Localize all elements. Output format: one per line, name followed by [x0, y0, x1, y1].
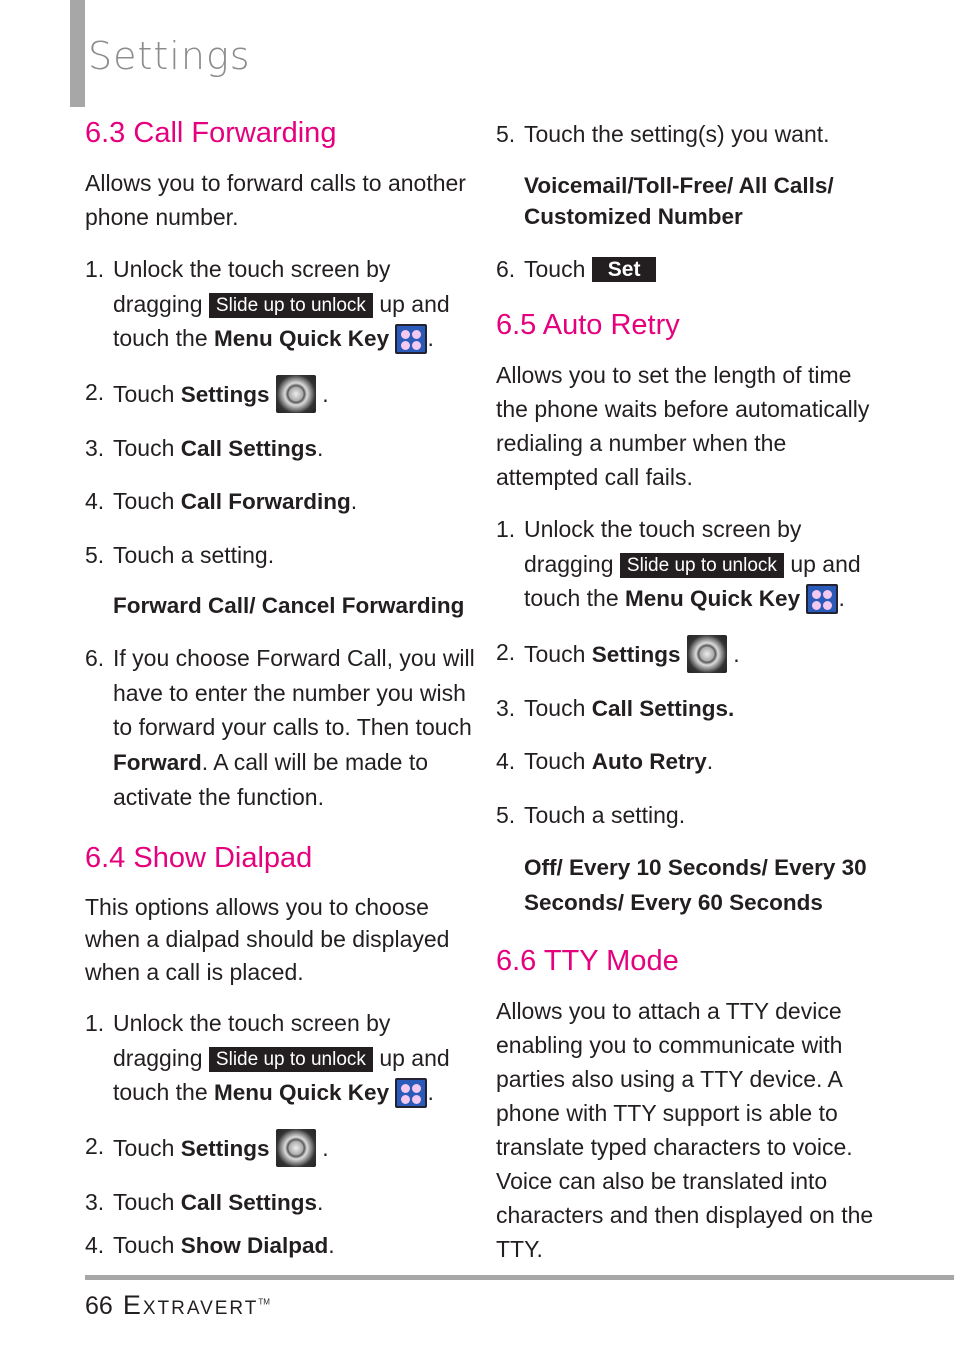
set-button-chip: Set: [591, 256, 657, 282]
step-item: 3. Touch Call Settings.: [496, 694, 735, 721]
brand-name: Extravert: [122, 1290, 259, 1320]
step-item: 3. Touch Call Settings.: [85, 1188, 324, 1215]
settings-gear-icon: [275, 1128, 316, 1167]
slide-to-unlock-chip: Slide up to unlock: [208, 292, 373, 318]
step-item: 5. Touch a setting.: [85, 541, 275, 568]
step-item: 6. Touch Set: [496, 252, 886, 287]
settings-gear-icon: [686, 634, 727, 673]
section-heading-show-dialpad: 6.4 Show Dialpad: [85, 841, 313, 874]
section-heading-call-forwarding: 6.3 Call Forwarding: [85, 117, 337, 149]
page-number: 66: [85, 1292, 113, 1320]
trademark: TM: [258, 1297, 270, 1307]
step-item: 1. Unlock the touch screen by dragging Sl…: [85, 252, 475, 357]
section-intro: Allows you to set the length of time the…: [496, 362, 870, 490]
step-item: 6. If you choose Forward Call, you will h…: [85, 645, 475, 810]
option-list: Forward Call/ Cancel Forwarding: [113, 593, 465, 618]
step-item: 5. Touch a setting.: [496, 801, 686, 828]
section-heading-auto-retry: 6.5 Auto Retry: [496, 309, 680, 341]
step-item: 2. Touch Settings .: [85, 1128, 475, 1167]
footer-rule: [85, 1275, 954, 1280]
section-heading-tty-mode: 6.6 TTY Mode: [496, 945, 679, 977]
menu-quick-key-icon: [806, 584, 839, 614]
menu-quick-key-icon: [395, 324, 428, 354]
menu-quick-key-icon: [395, 1078, 428, 1108]
left-column: 6.3 Call Forwarding Allows you to forwar…: [85, 112, 475, 1282]
step-item: 1. Unlock the touch screen by dragging Sl…: [85, 1006, 475, 1111]
step-item: 1. Unlock the touch screen by dragging Sl…: [496, 512, 886, 617]
settings-gear-icon: [275, 374, 316, 413]
slide-to-unlock-chip: Slide up to unlock: [619, 552, 784, 578]
page-title: Settings: [88, 34, 251, 78]
section-intro: This options allows you to choose when a…: [85, 893, 450, 985]
page-footer: 66 ExtravertTM: [85, 1290, 270, 1321]
step-item: 3. Touch Call Settings.: [85, 434, 324, 461]
option-list: Voicemail/Toll-Free/ All Calls/ Customiz…: [524, 172, 834, 229]
section-tab-bar: [70, 0, 85, 107]
section-intro: Allows you to attach a TTY device enabli…: [496, 998, 874, 1262]
right-column: 5. Touch the setting(s) you want. Voicema…: [496, 117, 886, 1276]
step-item: 4. Touch Show Dialpad.: [85, 1232, 335, 1258]
step-item: 5. Touch the setting(s) you want.: [496, 121, 830, 147]
option-list: Off/ Every 10 Seconds/ Every 30 Seconds/…: [524, 855, 867, 915]
step-item: 4. Touch Call Forwarding.: [85, 488, 358, 514]
step-item: 4. Touch Auto Retry.: [496, 748, 714, 774]
step-item: 2. Touch Settings .: [85, 374, 475, 413]
slide-to-unlock-chip: Slide up to unlock: [208, 1046, 373, 1072]
step-item: 2. Touch Settings .: [496, 634, 886, 673]
section-intro: Allows you to forward calls to another p…: [85, 170, 466, 230]
